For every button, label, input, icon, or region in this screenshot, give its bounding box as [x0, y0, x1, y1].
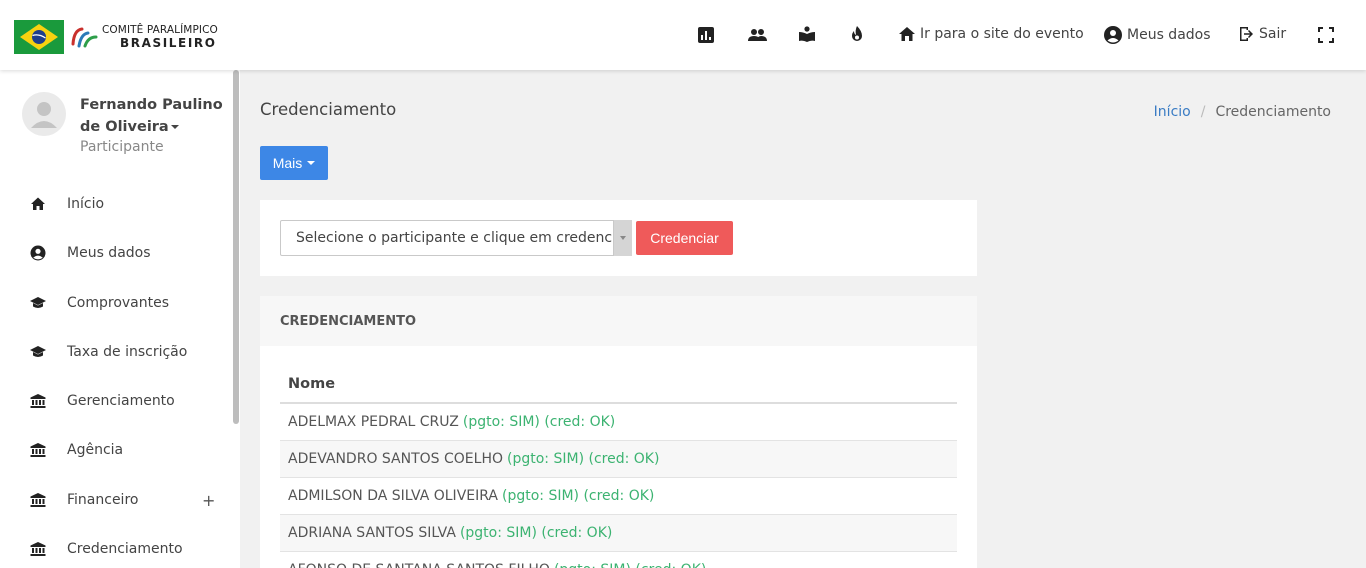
graduation-cap-icon: [30, 295, 46, 311]
reader-icon: [799, 26, 815, 42]
participant-name: ADMILSON DA SILVA OLIVEIRA: [288, 488, 498, 504]
user-circle-icon: [1104, 26, 1122, 44]
people-icon: [748, 29, 767, 41]
participant-status: (pgto: SIM) (cred: OK): [501, 488, 655, 504]
page-title: Credenciamento: [260, 100, 397, 119]
participant-name: AFONSO DE SANTANA SANTOS FILHO: [288, 562, 550, 568]
stats-button[interactable]: [698, 27, 714, 43]
breadcrumb: Início / Credenciamento: [1154, 104, 1331, 120]
bank-icon: [30, 492, 46, 508]
user-profile: Fernando Paulino de Oliveira Participant…: [22, 90, 223, 160]
participant-name: ADRIANA SANTOS SILVA: [288, 525, 456, 541]
participants-table: Nome ADELMAX PEDRAL CRUZ (pgto: SIM) (cre…: [280, 366, 957, 568]
fullscreen-icon: [1318, 27, 1334, 43]
credenciar-button[interactable]: Credenciar: [636, 221, 733, 255]
top-bar: COMITÊ PARALÍMPICO BRASILEIRO Ir para o …: [0, 0, 1366, 70]
panel-heading: CREDENCIAMENTO: [260, 296, 977, 346]
user-name-line2: de Oliveira: [80, 119, 169, 135]
user-name-dropdown[interactable]: Fernando Paulino de Oliveira: [80, 94, 230, 138]
participant-name: ADEVANDRO SANTOS COELHO: [288, 451, 504, 467]
brand-line2: BRASILEIRO: [120, 36, 217, 50]
sidebar-item-financeiro[interactable]: Financeiro +: [0, 480, 240, 520]
credential-list-card: CREDENCIAMENTO Nome ADELMAX PEDRAL CRUZ(…: [260, 296, 977, 568]
table-row[interactable]: ADMILSON DA SILVA OLIVEIRA (pgto: SIM) (c…: [280, 478, 957, 515]
sidebar-item-label: Gerenciamento: [67, 393, 175, 409]
brazil-flag-icon: [14, 20, 64, 54]
graduation-cap-icon: [30, 344, 46, 360]
sidebar-item-taxa-de-inscricao[interactable]: Taxa de inscrição: [0, 332, 240, 372]
people-button[interactable]: [748, 27, 767, 43]
reader-button[interactable]: [799, 26, 815, 42]
flame-icon: [852, 26, 862, 41]
participant-select[interactable]: Selecione o participante e clique em cre…: [280, 220, 632, 256]
breadcrumb-home[interactable]: Início: [1154, 104, 1191, 120]
bank-icon: [30, 393, 46, 409]
sidebar-item-label: Agência: [67, 442, 124, 458]
table-row[interactable]: AFONSO DE SANTANA SANTOS FILHO (pgto: SIM…: [280, 552, 957, 568]
chart-icon: [698, 27, 714, 43]
event-site-link[interactable]: Ir para o site do evento: [899, 26, 1084, 42]
caret-down-icon: [170, 125, 179, 129]
brand-logo[interactable]: COMITÊ PARALÍMPICO BRASILEIRO: [14, 20, 218, 54]
flame-button[interactable]: [849, 26, 865, 42]
user-name-line1: Fernando Paulino: [80, 97, 223, 113]
participant-status: (pgto: SIM) (cred: OK): [507, 451, 660, 467]
sidebar-item-credenciamento[interactable]: Credenciamento: [0, 529, 240, 568]
sidebar-item-label: Início: [67, 196, 105, 212]
participant-status: (pgto: SIM) (cred: OK): [462, 414, 616, 430]
caret-down-icon: [307, 161, 316, 165]
user-circle-icon: [30, 245, 46, 261]
breadcrumb-current: Credenciamento: [1215, 104, 1331, 120]
profile-link[interactable]: Meus dados: [1104, 26, 1211, 44]
avatar[interactable]: [22, 92, 66, 136]
table-row[interactable]: ADEVANDRO SANTOS COELHO (pgto: SIM) (cred…: [280, 441, 957, 478]
breadcrumb-separator: /: [1200, 104, 1206, 120]
participant-name: ADELMAX PEDRAL CRUZ: [288, 414, 459, 430]
logout-icon: [1240, 27, 1253, 41]
logout-button[interactable]: Sair: [1238, 26, 1286, 42]
home-icon: [30, 196, 46, 212]
bank-icon: [30, 541, 46, 557]
table-row[interactable]: ADELMAX PEDRAL CRUZ (pgto: SIM) (cred: OK…: [280, 404, 957, 441]
sidebar-item-label: Financeiro: [67, 492, 139, 508]
profile-label: Meus dados: [1127, 27, 1211, 43]
event-site-label: Ir para o site do evento: [920, 26, 1084, 42]
participant-status: (pgto: SIM) (cred: OK): [554, 562, 706, 568]
bank-icon: [30, 442, 46, 458]
sidebar-item-label: Meus dados: [67, 245, 151, 261]
sidebar-item-label: Comprovantes: [67, 295, 170, 311]
select-arrow-icon[interactable]: [613, 220, 632, 256]
sidebar-item-gerenciamento[interactable]: Gerenciamento: [0, 381, 240, 421]
fullscreen-button[interactable]: [1318, 27, 1334, 43]
more-dropdown-button[interactable]: Mais: [260, 146, 328, 180]
participant-status: (pgto: SIM) (cred: OK): [459, 525, 613, 541]
sidebar-item-agencia[interactable]: Agência: [0, 430, 240, 470]
sidebar-item-comprovantes[interactable]: Comprovantes: [0, 283, 240, 323]
sidebar-item-meus-dados[interactable]: Meus dados: [0, 233, 240, 273]
logout-label: Sair: [1259, 26, 1287, 42]
table-row[interactable]: ADRIANA SANTOS SILVA (pgto: SIM) (cred: O…: [280, 515, 957, 552]
expand-plus-icon[interactable]: +: [202, 491, 215, 510]
home-icon: [899, 27, 915, 41]
user-role: Participante: [80, 139, 164, 155]
participant-select-placeholder: Selecione o participante e clique em cre…: [296, 230, 631, 246]
credential-form-card: Selecione o participante e clique em cre…: [260, 200, 977, 276]
sidebar-item-inicio[interactable]: Início: [0, 184, 240, 224]
paralympic-agitos-icon: [70, 24, 98, 50]
more-button-label: Mais: [272, 155, 303, 171]
sidebar-item-label: Credenciamento: [67, 541, 183, 557]
column-header-name: Nome: [280, 366, 957, 404]
sidebar-item-label: Taxa de inscrição: [67, 344, 188, 360]
